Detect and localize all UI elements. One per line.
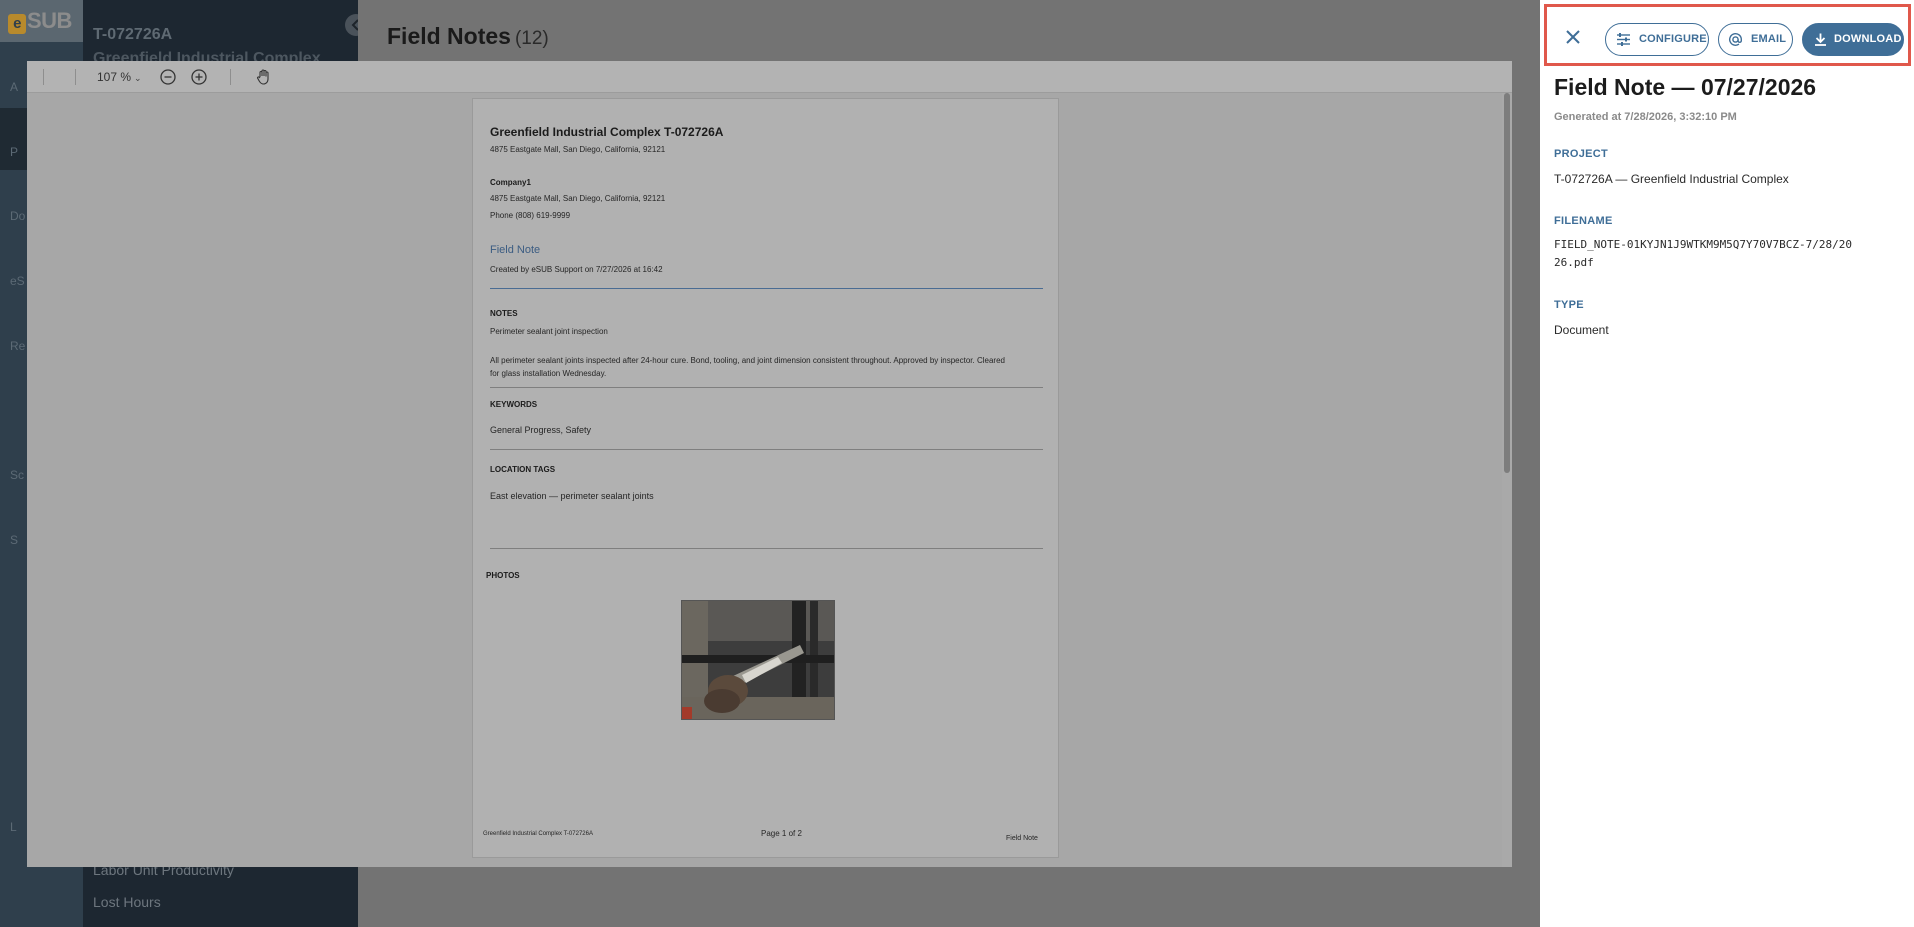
- pdf-divider: [490, 449, 1043, 450]
- rail-item-label[interactable]: L: [10, 820, 17, 834]
- download-label: DOWNLOAD: [1834, 33, 1902, 45]
- rail-item-label[interactable]: eS: [10, 274, 25, 288]
- pdf-footer-page: Page 1 of 2: [761, 829, 802, 838]
- rail-item-label[interactable]: Re: [10, 339, 25, 353]
- action-bar: CONFIGURE EMAIL DOWNLOAD: [1544, 4, 1911, 66]
- filename-value: FIELD_NOTE-01KYJN1J9WTKM9M5Q7Y70V7BCZ-7/…: [1554, 238, 1853, 269]
- download-button[interactable]: DOWNLOAD: [1802, 23, 1904, 56]
- page-title: Field Notes (12): [387, 23, 549, 49]
- esub-logo: e SUB: [8, 8, 72, 34]
- pdf-page: Greenfield Industrial Complex T-072726A …: [472, 98, 1059, 858]
- photo-image: [682, 601, 834, 719]
- rail-item-label[interactable]: A: [10, 80, 18, 94]
- pdf-company-phone: Phone (808) 619-9999: [490, 211, 571, 220]
- pdf-document-type: Field Note: [490, 244, 541, 256]
- details-title: Field Note — 07/27/2026: [1554, 74, 1817, 100]
- details-panel: CONFIGURE EMAIL DOWNLOAD Field Note — 07…: [1540, 0, 1914, 927]
- download-icon: [1815, 33, 1826, 46]
- pdf-notes-subject: Perimeter sealant joint inspection: [490, 327, 608, 336]
- pdf-header-rule: [490, 288, 1043, 289]
- pan-tool-button[interactable]: [255, 68, 273, 86]
- email-button[interactable]: EMAIL: [1718, 23, 1793, 56]
- close-icon: [1566, 30, 1580, 44]
- configure-button[interactable]: CONFIGURE: [1605, 23, 1709, 56]
- project-value: T-072726A — Greenfield Industrial Comple…: [1554, 172, 1789, 186]
- close-button[interactable]: [1563, 27, 1583, 47]
- filename-label: FILENAME: [1554, 215, 1613, 227]
- pdf-photos-heading: PHOTOS: [486, 571, 520, 580]
- configure-label: CONFIGURE: [1639, 33, 1707, 45]
- pdf-viewer: 107 % ⌄ Greenfield Industrial Complex T-0…: [27, 61, 1512, 867]
- chevron-down-icon: ⌄: [134, 73, 142, 83]
- scrollbar-thumb[interactable]: [1504, 93, 1510, 473]
- zoom-select[interactable]: 107 % ⌄: [97, 67, 142, 87]
- pdf-notes-body: All perimeter sealant joints inspected a…: [490, 356, 1005, 378]
- sliders-icon: [1617, 33, 1630, 46]
- page-count: (12): [514, 28, 549, 49]
- rail-item-label[interactable]: S: [10, 533, 18, 547]
- zoom-in-button[interactable]: [190, 68, 208, 86]
- pdf-keywords-value: General Progress, Safety: [490, 425, 592, 435]
- sidebar-project-code: T-072726A: [93, 26, 173, 43]
- generated-timestamp: Generated at 7/28/2026, 3:32:10 PM: [1554, 111, 1737, 123]
- pdf-location-heading: LOCATION TAGS: [490, 465, 556, 474]
- pdf-location-value: East elevation — perimeter sealant joint…: [490, 491, 654, 501]
- pdf-photo-sealant-gun: [681, 600, 835, 720]
- email-label: EMAIL: [1751, 33, 1787, 45]
- pdf-divider: [490, 548, 1043, 549]
- zoom-in-icon: [191, 69, 207, 85]
- pdf-footer-type: Field Note: [1006, 835, 1038, 842]
- sidebar-item-lost-hours[interactable]: Lost Hours: [93, 894, 161, 910]
- pdf-company-name: Company1: [490, 178, 531, 187]
- hand-icon: [257, 69, 269, 85]
- viewer-scrollbar[interactable]: [1502, 93, 1512, 867]
- rail-item-label[interactable]: Sc: [10, 468, 24, 482]
- pdf-divider: [490, 387, 1043, 388]
- rail-item-label[interactable]: P: [10, 145, 18, 159]
- pdf-project-title: Greenfield Industrial Complex T-072726A: [490, 125, 724, 139]
- zoom-out-button[interactable]: [159, 68, 177, 86]
- toolbar-divider: [75, 69, 76, 85]
- zoom-out-icon: [160, 69, 176, 85]
- type-label: TYPE: [1554, 299, 1584, 311]
- toolbar-divider: [230, 69, 231, 85]
- pdf-keywords-heading: KEYWORDS: [490, 400, 538, 409]
- toolbar-divider: [43, 69, 44, 85]
- rail-item-label[interactable]: Do: [10, 209, 25, 223]
- viewer-toolbar: 107 % ⌄: [27, 61, 1512, 93]
- project-label: PROJECT: [1554, 148, 1609, 160]
- pdf-created-by: Created by eSUB Support on 7/27/2026 at …: [490, 265, 663, 274]
- pdf-notes-heading: NOTES: [490, 309, 518, 318]
- pdf-company-address: 4875 Eastgate Mall, San Diego, Californi…: [490, 194, 666, 203]
- type-value: Document: [1554, 323, 1609, 337]
- pdf-footer-project: Greenfield Industrial Complex T-072726A: [483, 831, 593, 837]
- at-sign-icon: [1729, 33, 1743, 46]
- zoom-value: 107 %: [97, 70, 132, 84]
- pdf-project-address: 4875 Eastgate Mall, San Diego, Californi…: [490, 145, 666, 154]
